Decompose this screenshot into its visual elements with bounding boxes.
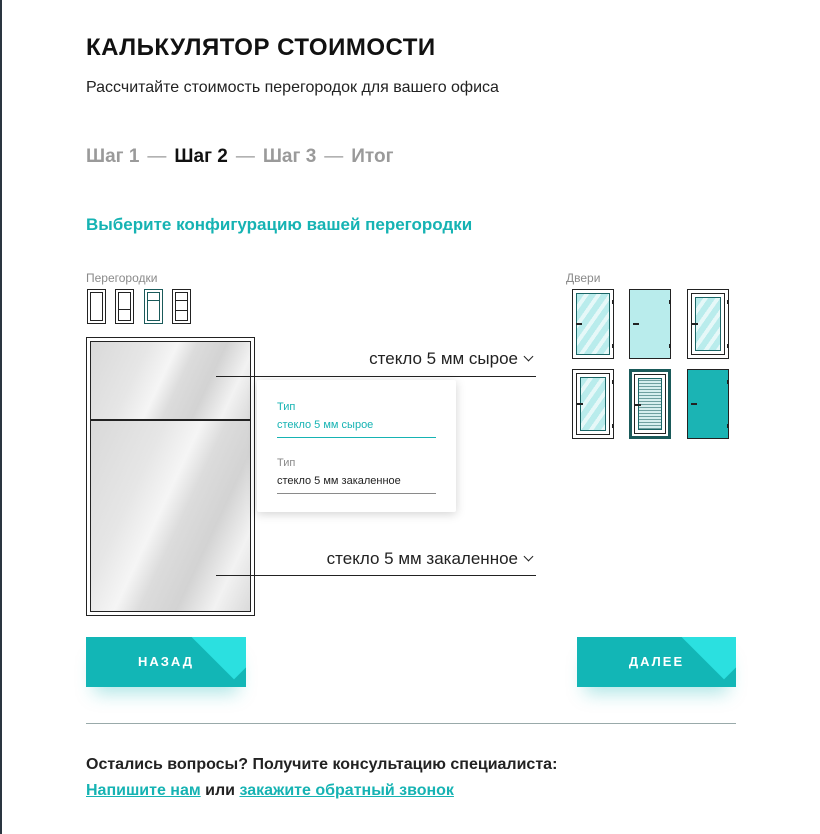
partition-top-pane[interactable] bbox=[90, 341, 251, 420]
glass-option-value: стекло 5 мм закаленное bbox=[277, 475, 436, 494]
left-edge-line bbox=[0, 0, 2, 834]
footer-or: или bbox=[205, 782, 235, 799]
bottom-pane-glass-value: стекло 5 мм закаленное bbox=[326, 549, 518, 568]
top-pane-glass-value: стекло 5 мм сырое bbox=[369, 349, 518, 368]
step-separator: — bbox=[235, 146, 255, 167]
door-option-1[interactable] bbox=[572, 289, 614, 359]
back-button-label: НАЗАД bbox=[137, 654, 195, 669]
callback-link[interactable]: закажите обратный звонок bbox=[239, 782, 453, 799]
door-option-2[interactable] bbox=[629, 289, 671, 359]
partition-config-3-icon[interactable] bbox=[144, 289, 163, 324]
top-pane-glass-select[interactable]: стекло 5 мм сырое bbox=[369, 349, 534, 369]
chevron-down-icon bbox=[523, 551, 534, 562]
next-button-label: ДАЛЕЕ bbox=[628, 654, 685, 669]
top-pane-leader-line bbox=[216, 376, 536, 377]
step-3[interactable]: Шаг 3 bbox=[263, 146, 316, 167]
button-corner-accent bbox=[191, 637, 246, 680]
glass-option-label: Тип bbox=[277, 401, 296, 413]
bottom-pane-glass-select[interactable]: стекло 5 мм закаленное bbox=[326, 549, 534, 569]
step-indicator: Шаг 1 — Шаг 2 — Шаг 3 — Итог bbox=[86, 146, 394, 168]
glass-option-1[interactable]: Тип стекло 5 мм сырое bbox=[277, 401, 436, 438]
chevron-down-icon bbox=[523, 351, 534, 362]
page-subtitle: Рассчитайте стоимость перегородок для ва… bbox=[86, 79, 499, 96]
write-us-link[interactable]: Напишите нам bbox=[86, 782, 201, 799]
bottom-pane-leader-line bbox=[216, 575, 536, 576]
step-1[interactable]: Шаг 1 bbox=[86, 146, 139, 167]
step-separator: — bbox=[324, 146, 344, 167]
next-button[interactable]: ДАЛЕЕ bbox=[577, 637, 736, 687]
footer-divider bbox=[86, 723, 736, 724]
door-option-3[interactable] bbox=[687, 289, 729, 359]
back-button[interactable]: НАЗАД bbox=[86, 637, 246, 687]
partition-config-1-icon[interactable] bbox=[87, 289, 106, 324]
page-title: КАЛЬКУЛЯТОР СТОИМОСТИ bbox=[86, 34, 436, 61]
glass-type-dropdown: Тип стекло 5 мм сырое Тип стекло 5 мм за… bbox=[257, 380, 456, 512]
glass-option-2[interactable]: Тип стекло 5 мм закаленное bbox=[277, 457, 436, 494]
doors-label: Двери bbox=[566, 271, 601, 285]
glass-option-value: стекло 5 мм сырое bbox=[277, 419, 436, 438]
step-2-current[interactable]: Шаг 2 bbox=[174, 146, 227, 167]
partitions-label: Перегородки bbox=[86, 271, 158, 285]
partition-config-4-icon[interactable] bbox=[172, 289, 191, 324]
section-title: Выберите конфигурацию вашей перегородки bbox=[86, 215, 473, 234]
step-separator: — bbox=[147, 146, 167, 167]
glass-option-label: Тип bbox=[277, 457, 296, 469]
partition-config-2-icon[interactable] bbox=[115, 289, 134, 324]
button-corner-accent bbox=[681, 637, 736, 680]
step-final[interactable]: Итог bbox=[351, 146, 393, 167]
door-option-4[interactable] bbox=[572, 369, 614, 439]
footer-links: Напишите нам или закажите обратный звоно… bbox=[86, 782, 454, 800]
footer-question: Остались вопросы? Получите консультацию … bbox=[86, 756, 558, 773]
partition-bottom-pane[interactable] bbox=[90, 420, 251, 612]
door-option-6[interactable] bbox=[687, 369, 729, 439]
door-option-5[interactable] bbox=[629, 369, 671, 439]
